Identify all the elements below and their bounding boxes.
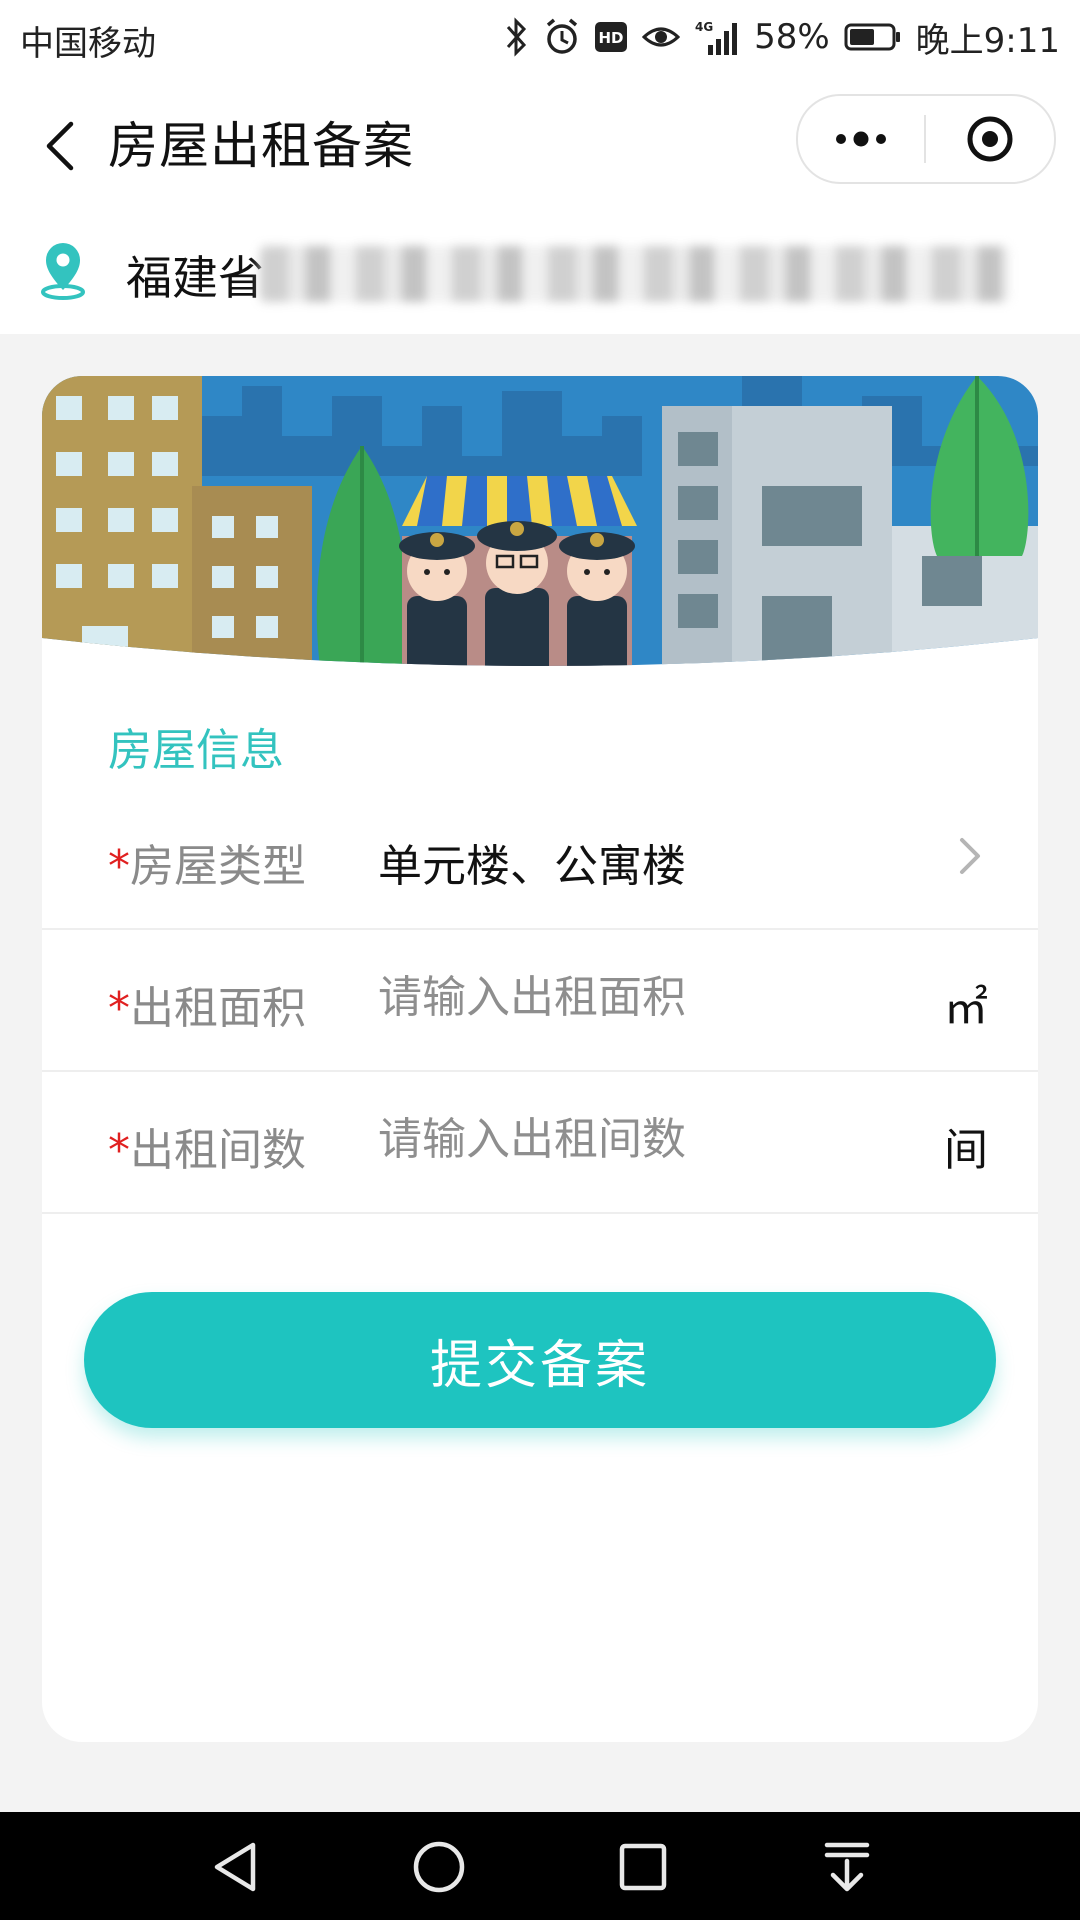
eye-icon [642,27,681,47]
hd-icon: HD [595,22,628,52]
battery-icon [844,23,900,51]
location-address-redacted [260,246,1010,302]
nav-notification-button[interactable] [816,1836,878,1898]
recents-square-icon [619,1843,667,1891]
target-close-icon [967,116,1013,162]
submit-filing-button[interactable]: 提交备案 [84,1292,996,1428]
location-text: 福建省 [126,251,264,305]
carrier-name: 中国移动 [20,24,156,64]
system-nav-bar [0,1812,1080,1920]
location-bar[interactable]: 福建省 [0,206,1080,334]
status-icons: HD 4G 58% 晚上9:11 [504,12,1060,62]
clock: 晚上9:11 [915,20,1060,61]
miniprogram-capsule [796,94,1056,184]
back-triangle-icon [214,1842,256,1892]
battery-percent: 58% [754,17,830,57]
svg-text:4G: 4G [695,20,713,34]
nav-home-button[interactable] [408,1836,470,1898]
more-dots-icon [836,131,886,147]
nav-header: 房屋出租备案 [0,76,1080,206]
rental-area-row: *出租面积 ㎡ [42,928,1038,1072]
area-unit: ㎡ [944,983,988,1034]
required-mark: * [108,1125,130,1176]
close-miniprogram-button[interactable] [926,96,1054,182]
room-count-input[interactable] [378,1114,798,1165]
home-circle-icon [413,1841,465,1893]
alarm-icon [546,18,578,54]
officer-figures [399,521,635,666]
required-mark: * [108,841,130,892]
signal-4g-icon: 4G [695,20,738,55]
required-mark: * [108,983,130,1034]
bluetooth-icon [506,17,527,57]
form-card: 房屋信息 *房屋类型 单元楼、公寓楼 *出租面积 ㎡ *出租间数 间 提交备案 [42,376,1038,1742]
more-button[interactable] [798,96,924,182]
notification-pull-icon [824,1842,870,1892]
chevron-right-icon [960,838,980,874]
svg-text:HD: HD [599,29,624,47]
house-type-value: 单元楼、公寓楼 [378,841,686,892]
room-count-label: *出租间数 [108,1125,306,1176]
nav-recents-button[interactable] [612,1836,674,1898]
location-pin-icon [41,243,85,300]
chevron-left-icon [46,121,74,171]
nav-back-button[interactable] [204,1836,266,1898]
house-type-label: *房屋类型 [108,841,306,892]
rental-area-label: *出租面积 [108,983,306,1034]
section-title: 房屋信息 [108,725,284,776]
room-count-row: *出租间数 间 [42,1070,1038,1214]
house-type-row[interactable]: *房屋类型 单元楼、公寓楼 [42,786,1038,930]
banner-illustration [42,376,1038,666]
page-title: 房屋出租备案 [108,117,414,175]
status-bar: 中国移动 HD 4G 58% 晚上9:11 [0,0,1080,76]
room-unit: 间 [944,1125,988,1176]
back-button[interactable] [28,104,92,188]
rental-area-input[interactable] [378,972,798,1023]
